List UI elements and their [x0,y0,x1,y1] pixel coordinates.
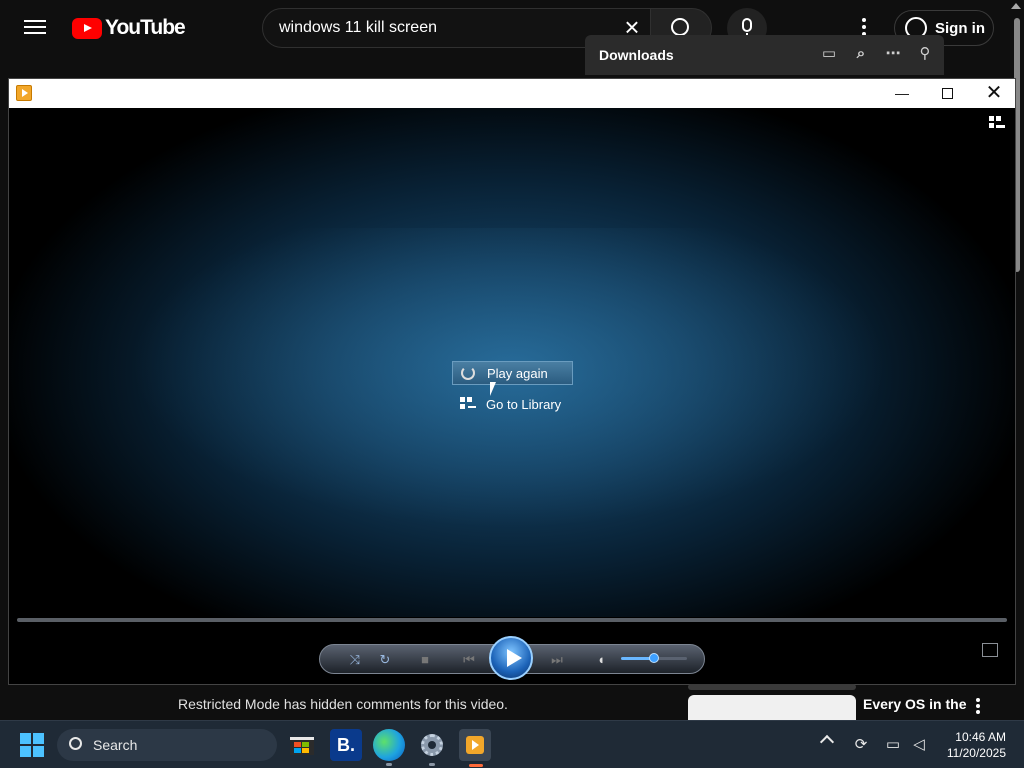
volume-icon[interactable]: ◖ [592,651,610,669]
switch-to-now-playing-icon[interactable] [982,643,998,657]
close-button[interactable]: ✕ [971,79,1017,108]
clock-time[interactable]: 10:46 AM [930,730,1006,744]
microsoft-store-icon[interactable] [286,729,318,761]
booking-icon[interactable]: B. [330,729,362,761]
repeat-icon[interactable]: ↻ [376,651,394,669]
more-actions-icon[interactable] [976,698,982,716]
edge-running-indicator [386,763,392,766]
settings-running-indicator [429,763,435,766]
library-icon [460,397,476,411]
play-button[interactable] [489,636,533,680]
volume-slider-thumb[interactable] [649,653,659,663]
play-again-button[interactable]: Play again [452,361,573,385]
taskbar-search-placeholder: Search [93,737,138,753]
volume-muted-icon[interactable]: ◁ [909,735,929,755]
minimize-button[interactable]: — [879,79,925,108]
recommended-video-thumbnail[interactable] [688,695,856,720]
next-icon[interactable]: ⏭ [542,651,572,669]
sign-in-label: Sign in [935,19,985,37]
switch-to-library-icon[interactable] [989,116,1007,132]
youtube-logo[interactable]: YouTube [72,16,186,40]
display-icon[interactable]: ▭ [883,735,903,755]
media-player-window: — ✕ Play again Go to Library ⤨ ↻ ■ ⏮ ⏭ ◖ [8,78,1016,685]
edge-icon[interactable] [373,729,405,761]
media-player-active-indicator [469,764,483,767]
seek-bar[interactable] [17,618,1007,622]
go-to-library-label: Go to Library [486,396,562,412]
clock-date[interactable]: 11/20/2025 [930,746,1006,760]
pin-icon[interactable]: ⚲ [916,45,934,63]
search-icon[interactable]: ⌕ [852,45,870,63]
restricted-mode-notice: Restricted Mode has hidden comments for … [178,696,508,712]
maximize-icon [942,88,953,99]
go-to-library-button[interactable]: Go to Library [452,392,573,416]
folder-icon[interactable]: ▭ [820,45,838,63]
youtube-play-icon [72,17,102,39]
taskbar: Search B. ⟳ ▭ ◁ 10:46 AM 11/20/2025 [0,720,1024,768]
settings-icon[interactable] [416,729,448,761]
mouse-cursor-icon [490,382,496,396]
downloads-title: Downloads [599,47,674,63]
previous-icon[interactable]: ⏮ [454,651,484,669]
media-player-app-icon [16,85,32,101]
show-hidden-icons-chevron-icon[interactable] [819,734,835,750]
maximize-button[interactable] [925,79,971,108]
shuffle-icon[interactable]: ⤨ [346,651,364,669]
sync-icon[interactable]: ⟳ [851,735,871,755]
video-area[interactable]: Play again Go to Library [9,108,1015,617]
menu-icon[interactable] [24,17,46,39]
windows-start-icon[interactable] [20,733,44,757]
taskbar-search-box[interactable]: Search [57,729,277,761]
search-icon [671,18,689,36]
recommended-video-title[interactable]: Every OS in the [863,696,966,712]
scroll-up-arrow-icon[interactable] [1011,3,1021,9]
progress-divider [688,684,856,690]
search-icon [69,737,82,750]
title-bar[interactable]: — ✕ [9,79,1015,108]
more-icon[interactable]: ⋯ [884,45,902,63]
downloads-panel: Downloads ▭ ⌕ ⋯ ⚲ [585,35,944,75]
play-again-label: Play again [487,365,548,381]
media-player-icon[interactable] [459,729,491,761]
youtube-logo-text: YouTube [105,16,186,39]
microphone-icon [742,18,752,32]
stop-icon[interactable]: ■ [416,651,434,669]
replay-icon [461,366,475,380]
